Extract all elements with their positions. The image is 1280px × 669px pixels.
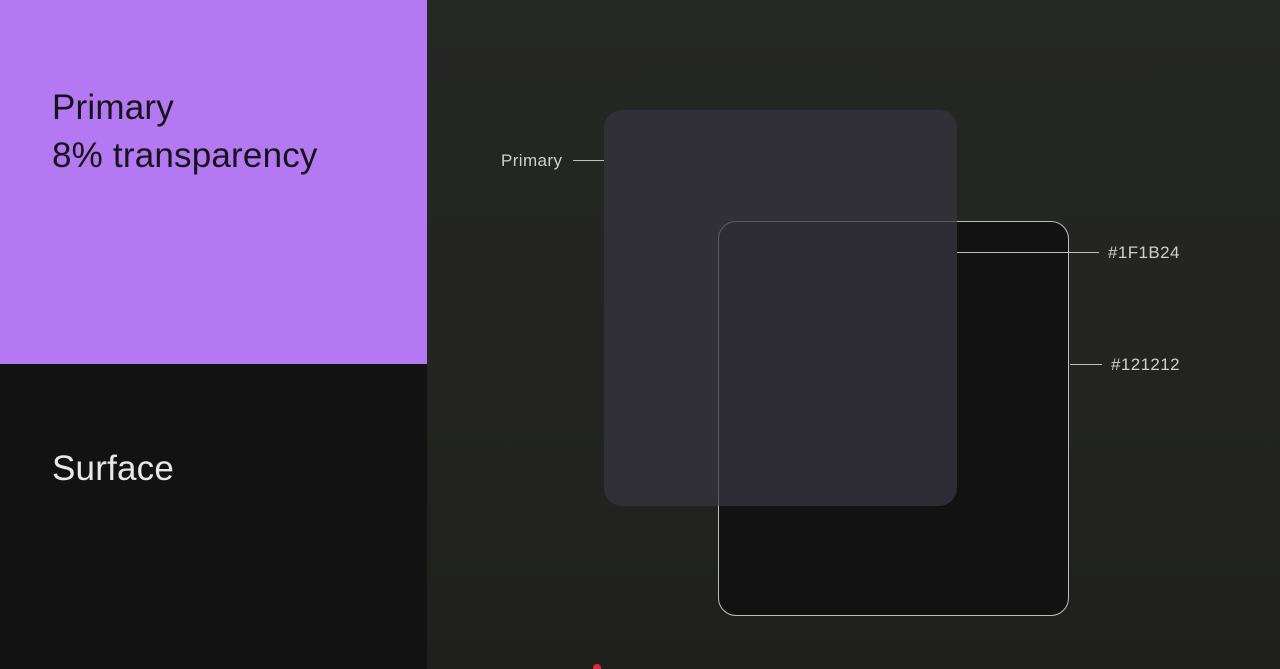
primary-callout-line xyxy=(573,160,604,161)
primary-swatch-title: Primary 8% transparency xyxy=(52,84,318,180)
overlay-hex-callout-line xyxy=(957,252,1099,253)
primary-swatch-transparency: 8% transparency xyxy=(52,136,318,175)
swatch-panel: Primary 8% transparency Surface xyxy=(0,0,427,669)
surface-swatch-label: Surface xyxy=(52,449,175,488)
primary-callout-label: Primary xyxy=(501,151,563,170)
surface-hex-label: #121212 xyxy=(1111,355,1180,374)
overlay-hex-label: #1F1B24 xyxy=(1108,243,1180,262)
primary-swatch: Primary 8% transparency xyxy=(0,0,427,364)
surface-swatch: Surface xyxy=(0,364,427,669)
color-overlay-slide: Primary 8% transparency Surface Primary … xyxy=(0,0,1280,669)
surface-hex-callout-line xyxy=(1070,364,1102,365)
recording-dot xyxy=(593,664,601,669)
surface-swatch-title: Surface xyxy=(52,445,174,493)
primary-overlay-card xyxy=(604,110,957,506)
primary-swatch-label: Primary xyxy=(52,88,174,127)
